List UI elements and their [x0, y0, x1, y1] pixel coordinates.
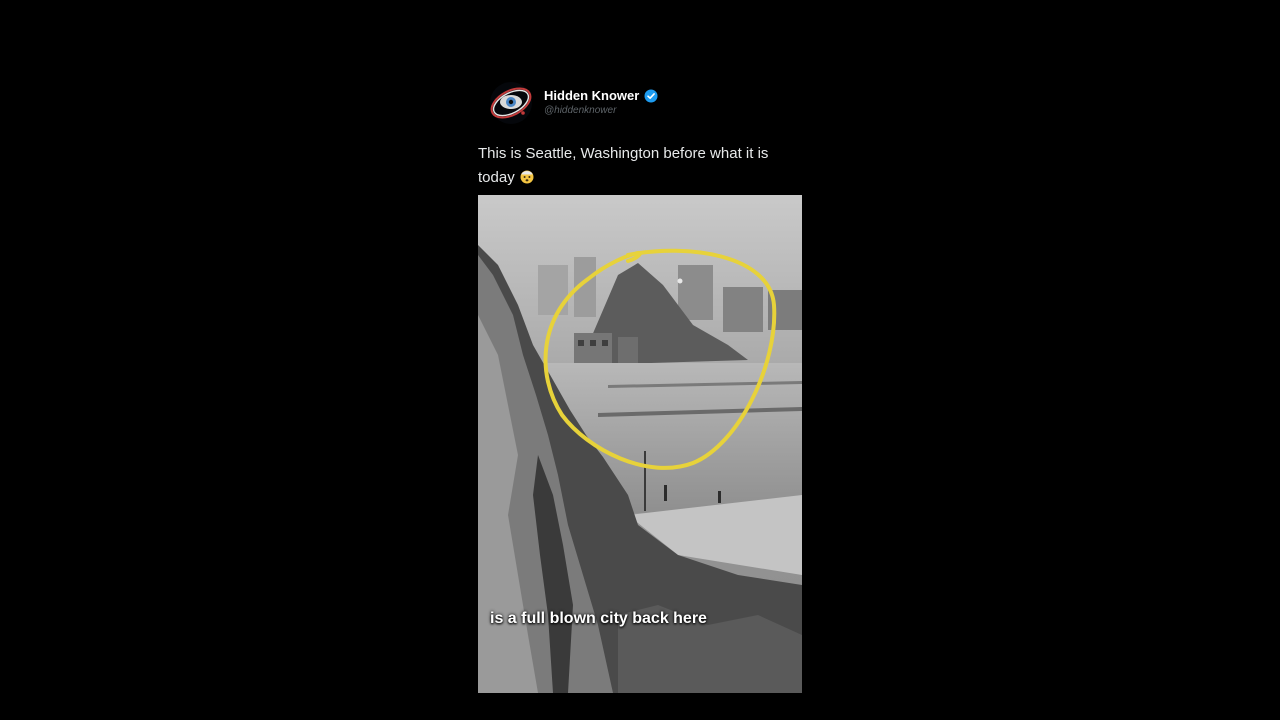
avatar[interactable]: [488, 80, 534, 126]
video-player[interactable]: is a full blown city back here: [478, 195, 802, 693]
tweet-card: Hidden Knower @hiddenknower This is Seat…: [478, 78, 804, 693]
author-display-name[interactable]: Hidden Knower: [544, 88, 639, 103]
author-handle[interactable]: @hiddenknower: [544, 105, 616, 116]
exploding-head-emoji-icon: [520, 170, 534, 184]
verified-badge-icon: [644, 89, 658, 102]
tweet-text: This is Seattle, Washington before what …: [478, 142, 808, 190]
author-name-row[interactable]: Hidden Knower: [544, 88, 658, 103]
video-caption: is a full blown city back here: [490, 610, 707, 627]
tweet-header: Hidden Knower @hiddenknower: [478, 78, 804, 128]
